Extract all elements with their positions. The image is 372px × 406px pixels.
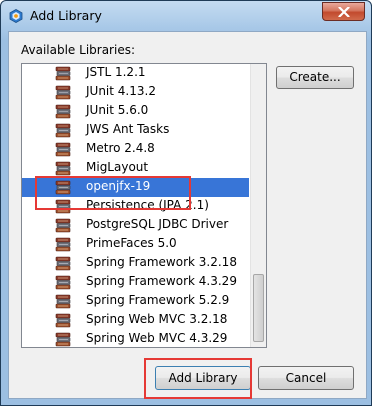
title-bar[interactable]: Add Library (1, 1, 371, 33)
scrollbar-thumb[interactable] (253, 274, 264, 342)
netbeans-icon (9, 9, 23, 23)
library-list-item[interactable]: JWS Ant Tasks (22, 121, 249, 140)
dialog-content: Available Libraries: Spring Web MVC 4.3.… (8, 31, 367, 399)
library-list[interactable]: Spring Web MVC 4.3.29 Spring Web MVC 3.2… (21, 63, 267, 348)
library-list-item[interactable]: JSTL 1.2.1 (22, 64, 249, 83)
library-books-icon (55, 104, 71, 119)
library-list-item[interactable]: Metro 2.4.8 (22, 140, 249, 159)
add-library-button[interactable]: Add Library (155, 366, 251, 390)
library-books-icon (55, 142, 71, 157)
cancel-button[interactable]: Cancel (258, 366, 354, 390)
library-item-label: JUnit 4.13.2 (86, 84, 156, 98)
library-books-icon (55, 256, 71, 271)
library-item-label: MigLayout (86, 160, 149, 174)
library-books-icon (55, 275, 71, 290)
create-button[interactable]: Create... (276, 66, 354, 89)
library-books-icon (55, 180, 71, 195)
library-list-item[interactable]: openjfx-19 (22, 178, 249, 197)
library-list-item[interactable]: Spring Framework 3.2.18 (22, 254, 249, 273)
library-list-item[interactable]: MigLayout (22, 159, 249, 178)
library-books-icon (55, 332, 71, 347)
library-list-item[interactable]: Spring Framework 5.2.9 (22, 292, 249, 311)
library-list-item[interactable]: PrimeFaces 5.0 (22, 235, 249, 254)
library-item-label: JWS Ant Tasks (86, 122, 170, 136)
library-books-icon (55, 237, 71, 252)
library-item-label: PostgreSQL JDBC Driver (86, 217, 229, 231)
library-item-label: JUnit 5.6.0 (86, 103, 149, 117)
library-list-item[interactable]: PostgreSQL JDBC Driver (22, 216, 249, 235)
library-list-item[interactable]: Spring Web MVC 3.2.18 (22, 311, 249, 330)
available-libraries-label: Available Libraries: (21, 43, 135, 57)
library-books-icon (55, 85, 71, 100)
library-books-icon (55, 313, 71, 328)
library-books-icon (55, 161, 71, 176)
library-books-icon (55, 218, 71, 233)
add-library-dialog: Add Library Available Libraries: Spring … (0, 0, 372, 406)
window-title: Add Library (30, 8, 102, 23)
library-list-item[interactable]: JUnit 4.13.2 (22, 83, 249, 102)
library-books-icon (55, 294, 71, 309)
library-item-label: openjfx-19 (86, 179, 151, 193)
list-scrollbar[interactable] (250, 64, 266, 347)
close-icon (338, 7, 350, 17)
library-item-label: Metro 2.4.8 (86, 141, 155, 155)
library-books-icon (55, 199, 71, 214)
library-item-label: Spring Framework 3.2.18 (86, 255, 237, 269)
close-button[interactable] (322, 2, 365, 21)
library-item-label: Persistence (JPA 2.1) (86, 198, 209, 212)
library-books-icon (55, 66, 71, 81)
library-list-item[interactable]: Spring Web MVC 4.3.29 (22, 330, 249, 347)
library-list-item[interactable]: Persistence (JPA 2.1) (22, 197, 249, 216)
library-list-item[interactable]: JUnit 5.6.0 (22, 102, 249, 121)
library-item-label: Spring Web MVC 3.2.18 (86, 312, 228, 326)
library-item-label: PrimeFaces 5.0 (86, 236, 177, 250)
library-books-icon (55, 123, 71, 138)
library-list-item[interactable]: Spring Framework 4.3.29 (22, 273, 249, 292)
library-item-label: Spring Framework 4.3.29 (86, 274, 237, 288)
library-item-label: Spring Web MVC 4.3.29 (86, 331, 228, 345)
library-item-label: Spring Framework 5.2.9 (86, 293, 230, 307)
library-item-label: JSTL 1.2.1 (86, 65, 146, 79)
